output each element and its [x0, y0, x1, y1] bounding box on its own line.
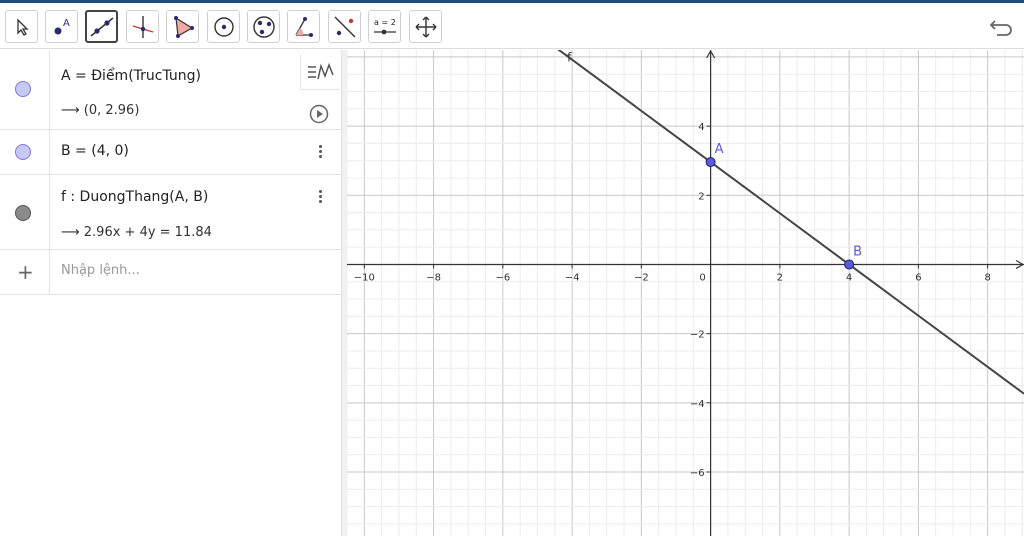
point-tool-button[interactable]: A — [45, 10, 78, 43]
x-tick-label: 6 — [915, 272, 921, 283]
graphics-canvas[interactable]: −10 −8 −6 −4 −2 0 2 4 6 8 4 2 −2 −4 −6 f A B — [347, 50, 1024, 536]
definition-A[interactable]: A = Điểm(TrucTung) — [61, 68, 201, 84]
circle-center-point-tool-button[interactable] — [207, 10, 240, 43]
row-menu-button-B[interactable] — [319, 143, 323, 160]
y-tick-label: 2 — [698, 191, 704, 202]
point-label-A: A — [715, 142, 724, 157]
visibility-toggle-f[interactable] — [15, 205, 31, 221]
point-A[interactable] — [705, 157, 716, 168]
svg-text:a = 2: a = 2 — [374, 18, 396, 27]
input-bar-placeholder[interactable]: Nhập lệnh... — [61, 263, 140, 278]
x-tick-label: 2 — [777, 272, 783, 283]
input-bar-row[interactable]: + Nhập lệnh... — [0, 250, 341, 295]
point-B[interactable] — [844, 259, 855, 270]
visibility-toggle-A[interactable] — [15, 81, 31, 97]
y-tick-label: −6 — [690, 468, 705, 479]
move-graphics-view-tool-button[interactable] — [409, 10, 442, 43]
circle-center-point-tool-icon — [213, 16, 234, 37]
row-menu-button-f[interactable] — [319, 188, 323, 205]
y-tick-label: −2 — [690, 330, 705, 341]
definition-B[interactable]: B = (4, 0) — [61, 143, 129, 159]
undo-icon — [989, 20, 1012, 36]
algebra-view: A = Điểm(TrucTung) ⟶ (0, 2.96) B = (4, 0… — [0, 50, 341, 536]
graphics-view[interactable]: −10 −8 −6 −4 −2 0 2 4 6 8 4 2 −2 −4 −6 f A B — [347, 50, 1024, 536]
point-tool-icon: A — [54, 18, 70, 34]
move-tool-button[interactable] — [5, 10, 38, 43]
y-tick-label: −4 — [690, 399, 705, 410]
circle-three-points-tool-icon — [252, 15, 275, 38]
x-tick-label: −10 — [354, 272, 375, 283]
polygon-tool-button[interactable] — [166, 10, 199, 43]
reflect-tool-button[interactable] — [328, 10, 361, 43]
y-tick-label: 4 — [698, 122, 704, 133]
reflect-tool-icon — [334, 16, 355, 37]
x-tick-label: −4 — [565, 272, 580, 283]
slider-tool-icon: a = 2 — [373, 18, 396, 34]
play-icon — [309, 104, 329, 124]
x-tick-label: 8 — [984, 272, 990, 283]
line-f-label: f — [567, 51, 572, 65]
circle-three-points-tool-button[interactable] — [247, 10, 280, 43]
value-A: ⟶ (0, 2.96) — [61, 103, 140, 118]
line-tool-button[interactable] — [85, 10, 118, 43]
svg-text:A: A — [63, 18, 70, 29]
animation-play-button[interactable] — [309, 104, 329, 128]
algebra-row-B[interactable]: B = (4, 0) — [0, 130, 341, 175]
visibility-toggle-B[interactable] — [15, 144, 31, 160]
algebra-row-A[interactable]: A = Điểm(TrucTung) ⟶ (0, 2.96) — [0, 50, 341, 130]
line-f[interactable] — [347, 50, 1024, 395]
algebra-row-f[interactable]: f : DuongThang(A, B) ⟶ 2.96x + 4y = 11.8… — [0, 175, 341, 250]
line-tool-icon — [90, 16, 113, 37]
polygon-tool-icon — [173, 15, 194, 38]
point-label-B: B — [853, 244, 862, 259]
algebra-description-icon — [307, 62, 334, 79]
algebra-style-button[interactable] — [300, 54, 340, 90]
x-tick-label: 0 — [699, 272, 705, 283]
definition-f[interactable]: f : DuongThang(A, B) — [61, 189, 208, 205]
perpendicular-line-tool-button[interactable] — [126, 10, 159, 43]
move-graphics-view-tool-icon — [415, 16, 436, 37]
x-tick-label: −2 — [634, 272, 649, 283]
undo-button[interactable] — [988, 13, 1016, 41]
angle-tool-icon — [294, 16, 313, 37]
slider-tool-button[interactable]: a = 2 — [368, 10, 401, 43]
angle-tool-button[interactable] — [287, 10, 320, 43]
x-tick-label: −8 — [426, 272, 441, 283]
x-tick-label: −6 — [495, 272, 510, 283]
perpendicular-line-tool-icon — [132, 15, 153, 38]
move-tool-icon — [16, 17, 29, 36]
x-tick-label: 4 — [846, 272, 852, 283]
add-icon: + — [17, 260, 34, 284]
toolbar: A a = 2 — [0, 3, 1024, 49]
value-f: ⟶ 2.96x + 4y = 11.84 — [61, 225, 212, 240]
